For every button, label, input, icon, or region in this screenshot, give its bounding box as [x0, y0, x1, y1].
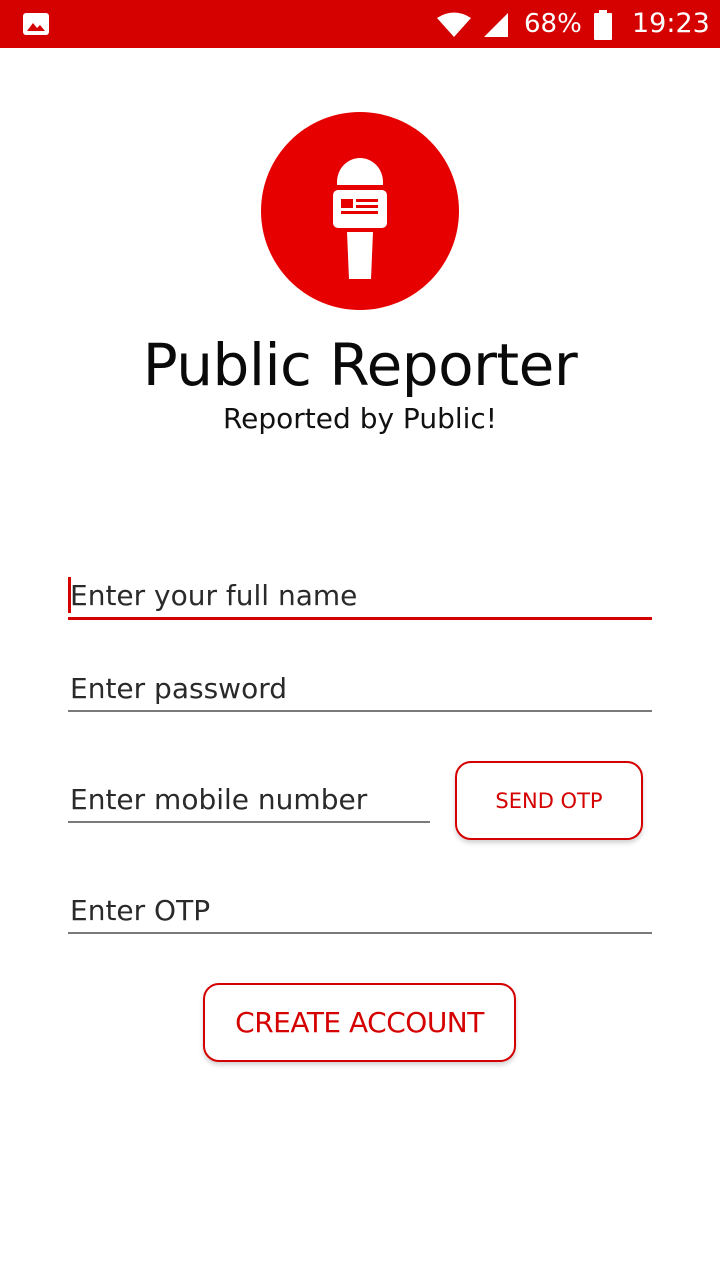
clock: 19:23 — [632, 8, 710, 39]
battery-percentage: 68% — [524, 9, 582, 39]
send-otp-button[interactable]: SEND OTP — [455, 761, 643, 840]
signal-icon — [484, 13, 508, 37]
otp-underline — [68, 932, 652, 934]
status-bar: 68% 19:23 — [0, 0, 720, 48]
app-title: Public Reporter — [142, 331, 578, 399]
wifi-icon — [437, 12, 471, 37]
otp-input[interactable] — [68, 888, 652, 932]
battery-icon — [594, 10, 612, 40]
full-name-input[interactable] — [68, 572, 652, 618]
mobile-number-input[interactable] — [68, 777, 430, 821]
app-subtitle: Reported by Public! — [222, 402, 498, 435]
mobile-number-underline — [68, 821, 430, 823]
full-name-underline — [68, 617, 652, 620]
password-input[interactable] — [68, 666, 652, 710]
text-cursor — [68, 577, 71, 613]
gallery-icon — [23, 13, 49, 35]
create-account-button[interactable]: CREATE ACCOUNT — [203, 983, 516, 1062]
signup-screen: 68% 19:23 Public Reporter Reported by Pu… — [0, 0, 720, 1280]
microphone-icon — [261, 112, 459, 310]
password-underline — [68, 710, 652, 712]
